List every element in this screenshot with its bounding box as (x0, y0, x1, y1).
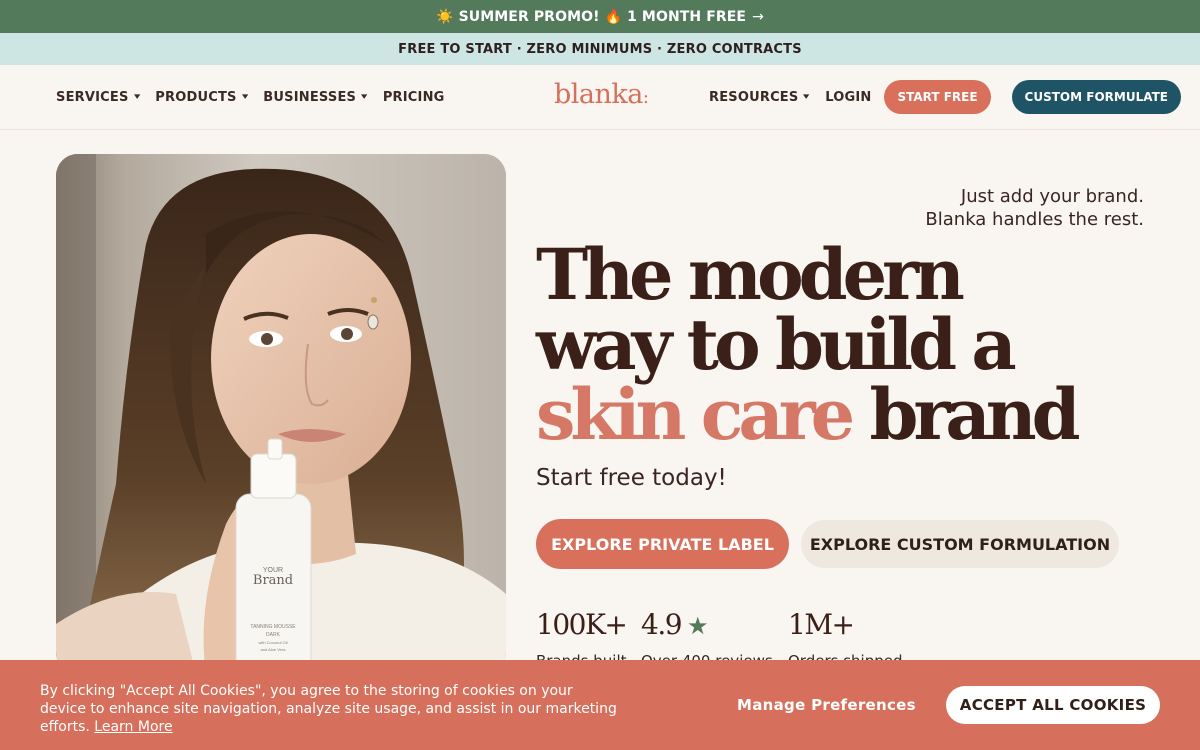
nav-item-services[interactable]: SERVICES ▾ (56, 89, 141, 105)
stat-orders-value: 1M+ (788, 608, 855, 641)
product-label-ingredient-1: with Coconut Oil (258, 640, 287, 645)
sun-icon: ☀️ (436, 8, 454, 25)
tagline-line-1: Just add your brand. (960, 186, 1144, 207)
explore-custom-formulation-button[interactable]: EXPLORE CUSTOM FORMULATION (801, 520, 1119, 568)
nav-right: RESOURCES ▾ LOGIN START FREE CUSTOM FORM… (709, 80, 1181, 114)
promo-offer: 1 MONTH FREE (627, 8, 747, 25)
nav-item-label: SERVICES (56, 89, 129, 105)
value-prop-bar: FREE TO START · ZERO MINIMUMS · ZERO CON… (0, 33, 1200, 65)
product-label-brand: Brand (253, 573, 293, 588)
hero-subhead: Start free today! (536, 465, 727, 491)
headline-line-3: skin care brand (536, 380, 1081, 450)
product-label-ingredient-2: and Aloe Vera (261, 647, 287, 652)
hero-headline: The modern way to build a skin care bran… (536, 233, 1081, 450)
nav-item-businesses[interactable]: BUSINESSES ▾ (263, 90, 367, 105)
product-label-shade: DARK (266, 632, 281, 638)
nav-item-label: PRODUCTS (155, 89, 237, 105)
nav-item-products[interactable]: PRODUCTS ▾ (155, 89, 249, 105)
nav-item-label: PRICING (382, 89, 445, 105)
hero-illustration: YOUR Brand TANNING MOUSSE DARK with Coco… (56, 154, 506, 674)
headline-line-2: way to build a (536, 303, 1017, 386)
cookie-text: By clicking "Accept All Cookies", you ag… (40, 682, 620, 736)
manage-preferences-button[interactable]: Manage Preferences (737, 696, 916, 714)
fire-icon: 🔥 (604, 8, 623, 25)
nav-left: SERVICES ▾ PRODUCTS ▾ BUSINESSES ▾ PRICI… (56, 90, 461, 105)
custom-formulate-button[interactable]: CUSTOM FORMULATE (1011, 80, 1181, 114)
chevron-down-icon: ▾ (241, 92, 249, 102)
logo-text: blanka (554, 79, 643, 110)
nav-item-label: BUSINESSES (263, 89, 357, 105)
arrow-right-icon: → (752, 8, 764, 25)
headline-line-1: The modern (536, 233, 965, 316)
promo-text: SUMMER PROMO! (458, 8, 600, 25)
hero-tagline: Just add your brand. Blanka handles the … (925, 185, 1144, 231)
promo-banner[interactable]: ☀️ SUMMER PROMO! 🔥 1 MONTH FREE → (0, 0, 1200, 33)
chevron-down-icon: ▾ (803, 92, 811, 102)
logo-dots: : (642, 87, 649, 108)
blanka-logo[interactable]: blanka: (554, 79, 649, 110)
stat-rating-value: 4.9 (641, 608, 683, 641)
cookie-banner: By clicking "Accept All Cookies", you ag… (0, 660, 1200, 750)
accept-all-cookies-button[interactable]: ACCEPT ALL COOKIES (946, 686, 1160, 724)
explore-private-label-button[interactable]: EXPLORE PRIVATE LABEL (536, 519, 789, 569)
stat-rating: 4.9 ★ (641, 608, 709, 641)
nav-item-resources[interactable]: RESOURCES ▾ (709, 89, 811, 105)
login-label: LOGIN (825, 89, 872, 105)
headline-accent: skin care (536, 373, 855, 456)
start-free-button[interactable]: START FREE (884, 80, 991, 114)
value-prop-text: FREE TO START · ZERO MINIMUMS · ZERO CON… (398, 41, 802, 57)
chevron-down-icon: ▾ (361, 92, 368, 102)
nav-item-label: RESOURCES (709, 89, 799, 105)
chevron-down-icon: ▾ (133, 92, 141, 102)
star-icon: ★ (687, 612, 709, 640)
hero-image: YOUR Brand TANNING MOUSSE DARK with Coco… (56, 154, 506, 674)
headline-end: brand (869, 373, 1081, 456)
tagline-line-2: Blanka handles the rest. (925, 209, 1144, 230)
login-link[interactable]: LOGIN (825, 90, 871, 105)
stat-brands-value: 100K+ (536, 608, 628, 641)
learn-more-link[interactable]: Learn More (94, 719, 172, 735)
product-label-type: TANNING MOUSSE (250, 624, 296, 630)
main-nav: SERVICES ▾ PRODUCTS ▾ BUSINESSES ▾ PRICI… (0, 65, 1200, 130)
nav-item-pricing[interactable]: PRICING (383, 90, 445, 105)
